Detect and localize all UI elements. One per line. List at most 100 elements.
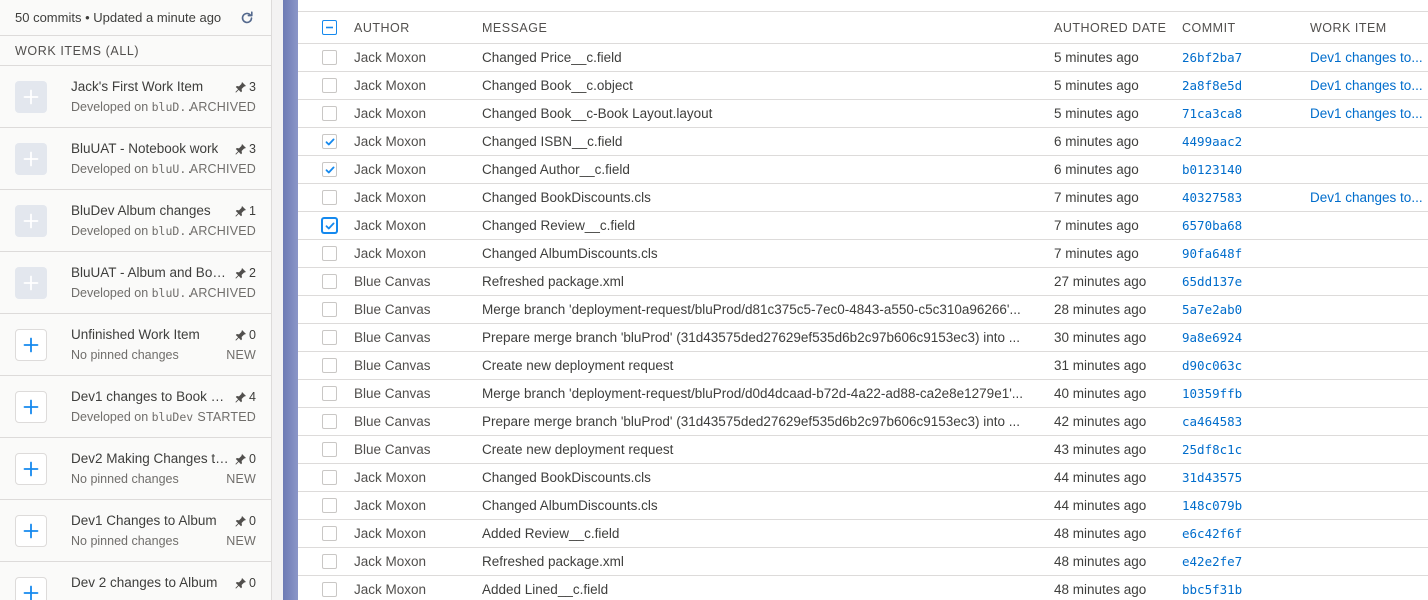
- table-row[interactable]: Jack Moxon Changed ISBN__c.field 6 minutes…: [298, 128, 1428, 156]
- table-row[interactable]: Jack Moxon Added Lined__c.field 48 minutes…: [298, 576, 1428, 600]
- commit-hash-link[interactable]: 40327583: [1182, 190, 1310, 205]
- commit-hash-link[interactable]: 9a8e6924: [1182, 330, 1310, 345]
- column-header-commit[interactable]: COMMIT: [1182, 21, 1310, 35]
- table-row[interactable]: Blue Canvas Prepare merge branch 'bluProd…: [298, 408, 1428, 436]
- row-checkbox[interactable]: [322, 330, 337, 345]
- add-work-item-button[interactable]: [15, 142, 47, 175]
- table-row[interactable]: Jack Moxon Changed Book__c-Book Layout.la…: [298, 100, 1428, 128]
- table-row[interactable]: Blue Canvas Merge branch 'deployment-requ…: [298, 296, 1428, 324]
- table-row[interactable]: Blue Canvas Refreshed package.xml 27 minut…: [298, 268, 1428, 296]
- row-checkbox[interactable]: [322, 526, 337, 541]
- commit-hash-link[interactable]: 31d43575: [1182, 470, 1310, 485]
- row-checkbox[interactable]: [322, 358, 337, 373]
- add-work-item-button[interactable]: [15, 390, 47, 423]
- commit-hash-link[interactable]: 65dd137e: [1182, 274, 1310, 289]
- commit-hash-link[interactable]: 2a8f8e5d: [1182, 78, 1310, 93]
- add-work-item-button[interactable]: [15, 80, 47, 113]
- row-checkbox[interactable]: [322, 134, 337, 149]
- table-row[interactable]: Jack Moxon Changed Book__c.object 5 minute…: [298, 72, 1428, 100]
- work-item-title-row: Dev2 Making Changes to... 0: [71, 450, 256, 468]
- row-checkbox[interactable]: [322, 414, 337, 429]
- add-work-item-button[interactable]: [15, 452, 47, 485]
- author-cell: Jack Moxon: [354, 470, 427, 485]
- row-checkbox[interactable]: [322, 78, 337, 93]
- panel-splitter[interactable]: [283, 0, 298, 600]
- table-row[interactable]: Jack Moxon Changed Review__c.field 7 minut…: [298, 212, 1428, 240]
- table-row[interactable]: Jack Moxon Changed AlbumDiscounts.cls 7 mi…: [298, 240, 1428, 268]
- row-checkbox[interactable]: [322, 302, 337, 317]
- table-row[interactable]: Blue Canvas Prepare merge branch 'bluProd…: [298, 324, 1428, 352]
- commit-hash-link[interactable]: 71ca3ca8: [1182, 106, 1310, 121]
- row-checkbox[interactable]: [322, 442, 337, 457]
- add-work-item-button[interactable]: [15, 328, 47, 361]
- row-checkbox[interactable]: [322, 386, 337, 401]
- pinned-count: 0: [235, 576, 256, 590]
- commit-hash-link[interactable]: 26bf2ba7: [1182, 50, 1310, 65]
- work-item[interactable]: Jack's First Work Item 3 Developed on bluD…: [0, 66, 271, 128]
- commit-hash-link[interactable]: 4499aac2: [1182, 134, 1310, 149]
- table-row[interactable]: Jack Moxon Changed BookDiscounts.cls 44 mi…: [298, 464, 1428, 492]
- commit-hash-link[interactable]: e6c42f6f: [1182, 526, 1310, 541]
- row-checkbox[interactable]: [322, 498, 337, 513]
- row-checkbox[interactable]: [322, 218, 337, 233]
- pinned-count-value: 3: [249, 79, 256, 94]
- add-work-item-button[interactable]: [15, 204, 47, 237]
- row-checkbox[interactable]: [322, 50, 337, 65]
- commit-hash-link[interactable]: b0123140: [1182, 162, 1310, 177]
- table-row[interactable]: Jack Moxon Refreshed package.xml 48 minute…: [298, 548, 1428, 576]
- work-item[interactable]: Dev 2 changes to Album 0: [0, 562, 271, 600]
- select-all-checkbox[interactable]: [322, 20, 337, 35]
- column-header-authored-date[interactable]: AUTHORED DATE: [1054, 21, 1182, 35]
- author-cell: Jack Moxon: [354, 50, 427, 65]
- commit-hash-link[interactable]: 5a7e2ab0: [1182, 302, 1310, 317]
- work-item[interactable]: BluUAT - Notebook work 3 Developed on bluU…: [0, 128, 271, 190]
- commit-hash-link[interactable]: ca464583: [1182, 414, 1310, 429]
- column-header-author[interactable]: AUTHOR: [354, 21, 482, 35]
- work-item[interactable]: BluUAT - Album and Boo... 2 Developed on b…: [0, 252, 271, 314]
- row-checkbox[interactable]: [322, 554, 337, 569]
- commit-hash-link[interactable]: 6570ba68: [1182, 218, 1310, 233]
- table-row[interactable]: Blue Canvas Merge branch 'deployment-requ…: [298, 380, 1428, 408]
- commit-hash-link[interactable]: 90fa648f: [1182, 246, 1310, 261]
- row-checkbox[interactable]: [322, 470, 337, 485]
- work-item-meta-row: No pinned changes NEW: [71, 470, 256, 488]
- column-header-work-item[interactable]: WORK ITEM: [1310, 21, 1428, 35]
- work-item-link[interactable]: Dev1 changes to...: [1310, 78, 1428, 93]
- row-select-cell: [298, 162, 354, 177]
- table-row[interactable]: Blue Canvas Create new deployment request…: [298, 352, 1428, 380]
- commit-hash-link[interactable]: 25df8c1c: [1182, 442, 1310, 457]
- row-checkbox[interactable]: [322, 106, 337, 121]
- message-cell: Added Review__c.field: [482, 526, 620, 541]
- commit-hash-link[interactable]: 10359ffb: [1182, 386, 1310, 401]
- add-work-item-button[interactable]: [15, 514, 47, 547]
- message-cell: Refreshed package.xml: [482, 274, 624, 289]
- row-checkbox[interactable]: [322, 246, 337, 261]
- column-header-message[interactable]: MESSAGE: [482, 21, 1054, 35]
- row-checkbox[interactable]: [322, 190, 337, 205]
- table-row[interactable]: Jack Moxon Changed Price__c.field 5 minute…: [298, 44, 1428, 72]
- table-row[interactable]: Jack Moxon Changed BookDiscounts.cls 7 min…: [298, 184, 1428, 212]
- work-item-link[interactable]: Dev1 changes to...: [1310, 50, 1428, 65]
- work-item[interactable]: Unfinished Work Item 0 No pinned changes NE…: [0, 314, 271, 376]
- work-item[interactable]: BluDev Album changes 1 Developed on bluD..…: [0, 190, 271, 252]
- work-item[interactable]: Dev2 Making Changes to... 0 No pinned chan…: [0, 438, 271, 500]
- commit-hash-link[interactable]: e42e2fe7: [1182, 554, 1310, 569]
- row-checkbox[interactable]: [322, 274, 337, 289]
- work-item[interactable]: Dev1 Changes to Album 0 No pinned changes N…: [0, 500, 271, 562]
- table-row[interactable]: Blue Canvas Create new deployment request…: [298, 436, 1428, 464]
- commit-hash-link[interactable]: 148c079b: [1182, 498, 1310, 513]
- work-item-link[interactable]: Dev1 changes to...: [1310, 106, 1428, 121]
- row-checkbox[interactable]: [322, 162, 337, 177]
- author-cell: Blue Canvas: [354, 330, 431, 345]
- commit-hash-link[interactable]: d90c063c: [1182, 358, 1310, 373]
- work-item[interactable]: Dev1 changes to Book O... 4 Developed on b…: [0, 376, 271, 438]
- refresh-icon[interactable]: [238, 9, 256, 27]
- add-work-item-button[interactable]: [15, 266, 47, 299]
- row-checkbox[interactable]: [322, 582, 337, 597]
- table-row[interactable]: Jack Moxon Changed AlbumDiscounts.cls 44 m…: [298, 492, 1428, 520]
- work-item-link[interactable]: Dev1 changes to...: [1310, 190, 1428, 205]
- table-row[interactable]: Jack Moxon Changed Author__c.field 6 minut…: [298, 156, 1428, 184]
- add-work-item-button[interactable]: [15, 576, 47, 600]
- table-row[interactable]: Jack Moxon Added Review__c.field 48 minute…: [298, 520, 1428, 548]
- commit-hash-link[interactable]: bbc5f31b: [1182, 582, 1310, 597]
